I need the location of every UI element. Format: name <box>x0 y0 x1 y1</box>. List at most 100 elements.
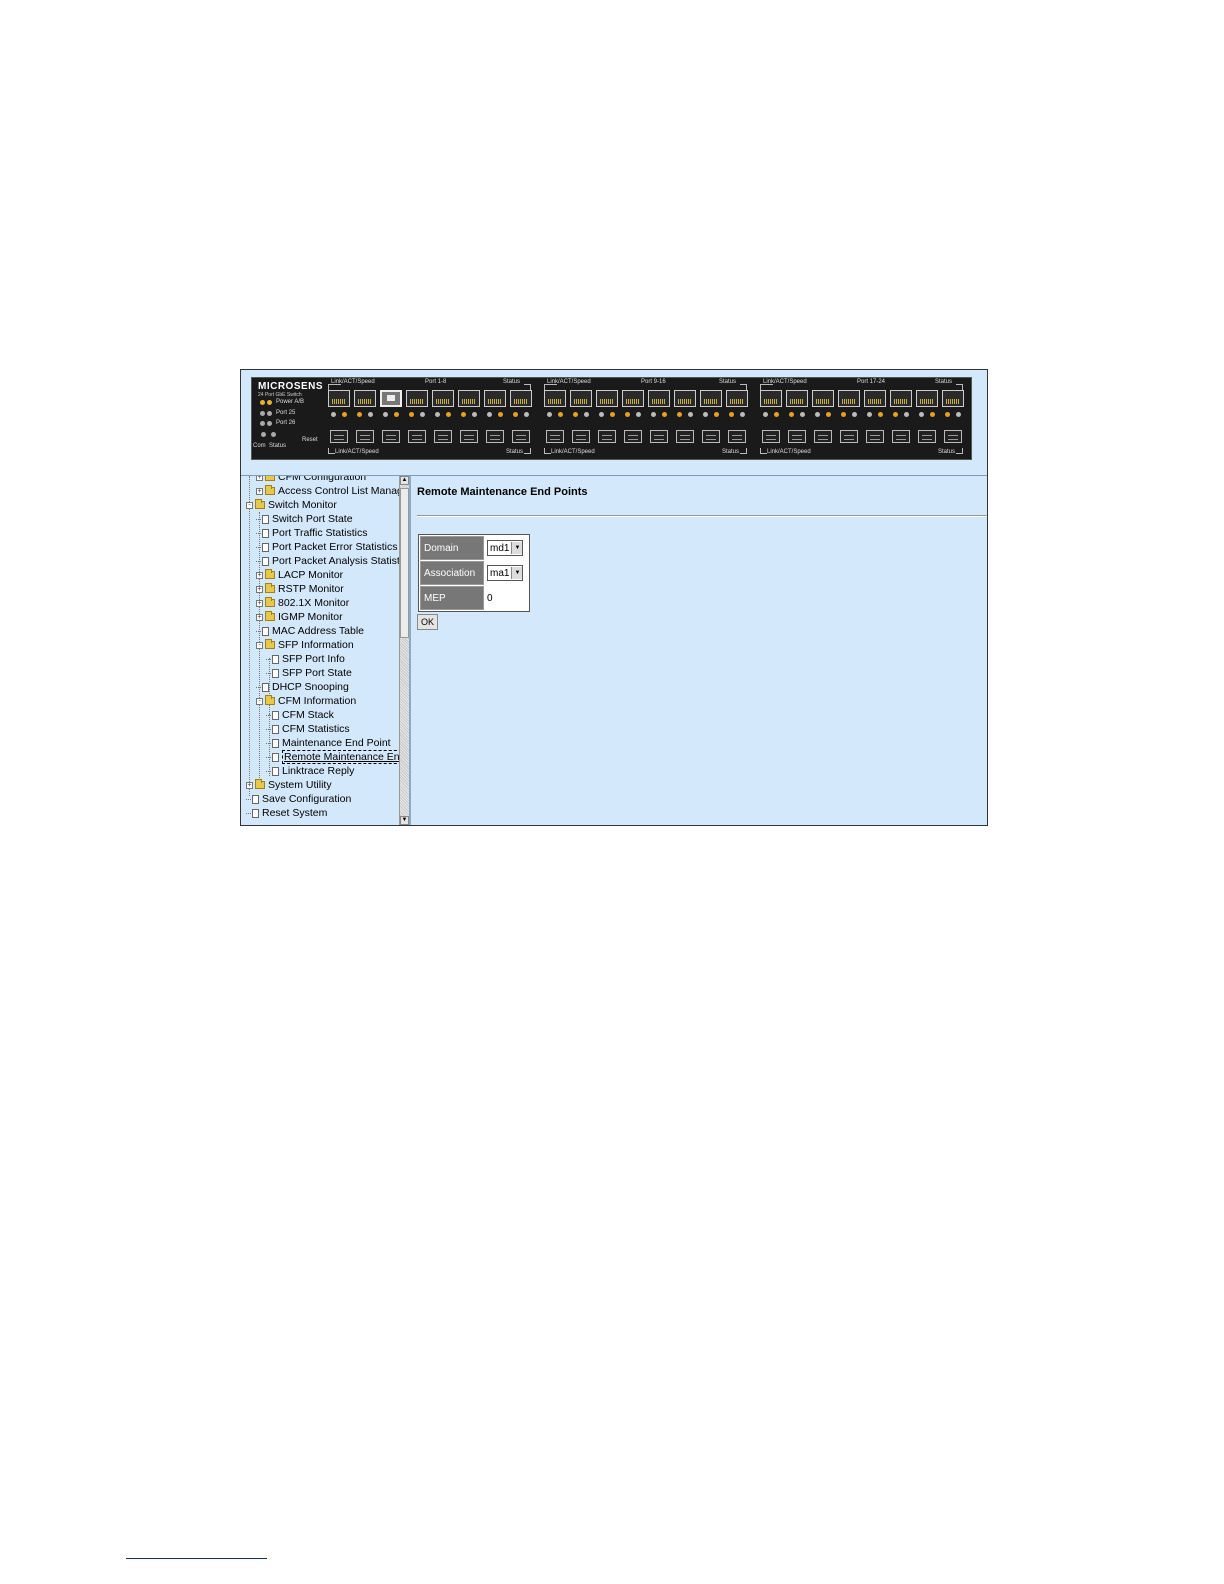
group-port-range-label: Port 9-16 <box>641 379 666 385</box>
dropdown-arrow-icon[interactable]: ▼ <box>511 567 523 579</box>
page-icon <box>272 654 279 664</box>
tree-item-igmp-monitor[interactable]: + IGMP Monitor <box>256 610 343 624</box>
tree-item-linktrace-reply[interactable]: Linktrace Reply <box>266 764 354 778</box>
expand-icon[interactable]: + <box>246 781 253 789</box>
port-led-icon <box>472 412 477 417</box>
port-led-icon <box>368 412 373 417</box>
folder-icon <box>255 779 265 789</box>
scroll-down-arrow-icon[interactable]: ▼ <box>400 816 409 825</box>
port-led-icon <box>688 412 693 417</box>
tree-item-switch-port-state[interactable]: Switch Port State <box>256 512 353 526</box>
port-led-icon <box>893 412 898 417</box>
port-led-icon <box>558 412 563 417</box>
port-led-icon <box>610 412 615 417</box>
rj45-port-icon <box>354 390 376 407</box>
page-icon <box>272 724 279 734</box>
expand-icon[interactable]: + <box>256 571 263 579</box>
group-top-right-label: Status <box>719 379 737 385</box>
tree-connector <box>256 518 261 520</box>
tree-item-label: Reset System <box>262 807 328 819</box>
tree-connector <box>266 770 271 772</box>
page-icon <box>272 752 279 762</box>
tree-item-maintenance-end-point[interactable]: Maintenance End Point <box>266 736 391 750</box>
tree-item-rstp-monitor[interactable]: + RSTP Monitor <box>256 582 344 596</box>
tree-item-label: Access Control List Manage <box>278 485 399 497</box>
group-top-left-label: Link/ACT/Speed <box>763 379 807 385</box>
tree-item-port-packet-error-statistics[interactable]: Port Packet Error Statistics <box>256 540 397 554</box>
folder-icon <box>265 569 275 579</box>
tree-item-cfm-statistics[interactable]: CFM Statistics <box>266 722 350 736</box>
collapse-icon[interactable]: - <box>256 697 263 705</box>
tree-item-reset-system[interactable]: Reset System <box>246 806 327 820</box>
switch-panel-image: MICROSENS 24 Port GbE Switch Power A/B Port… <box>251 377 972 460</box>
port-led-icon <box>930 412 935 417</box>
domain-select[interactable]: md1 ▼ <box>487 540 524 556</box>
tree-item-cfm-information[interactable]: - CFM Information <box>256 694 356 708</box>
tree-item-cfm-configuration[interactable]: + CFM Configuration <box>256 476 366 484</box>
page-icon <box>252 808 259 818</box>
ok-button[interactable]: OK <box>417 614 438 630</box>
page-icon <box>252 794 259 804</box>
tree-item-label: LACP Monitor <box>278 569 344 581</box>
tree-item-label: CFM Stack <box>282 709 334 721</box>
dropdown-arrow-icon[interactable]: ▼ <box>511 542 523 554</box>
expand-icon[interactable]: + <box>256 487 263 495</box>
port-led-icon <box>446 412 451 417</box>
tree-item-dhcp-snooping[interactable]: DHCP Snooping <box>256 680 349 694</box>
sfp-slot-icon <box>434 430 452 443</box>
tree-item-sfp-information[interactable]: - SFP Information <box>256 638 354 652</box>
tree-item-save-configuration[interactable]: Save Configuration <box>246 792 351 806</box>
page-icon <box>272 710 279 720</box>
collapse-icon[interactable]: - <box>246 501 253 509</box>
expand-icon[interactable]: + <box>256 599 263 607</box>
page-icon <box>272 738 279 748</box>
tree-connector <box>246 798 251 800</box>
tree-item-sfp-port-info[interactable]: SFP Port Info <box>266 652 345 666</box>
scroll-thumb[interactable] <box>400 488 409 638</box>
tree-item-sfp-port-state[interactable]: SFP Port State <box>266 666 352 680</box>
tree-item-802-1x-monitor[interactable]: +802.1X Monitor <box>256 596 349 610</box>
tree-scrollbar[interactable]: ▲ ▼ <box>399 476 409 825</box>
port-led-icon <box>867 412 872 417</box>
tree-item-system-utility[interactable]: + System Utility <box>246 778 332 792</box>
tree-item-remote-maintenance-end[interactable]: Remote Maintenance End <box>266 750 399 764</box>
association-select[interactable]: ma1 ▼ <box>487 565 524 581</box>
tree-item-access-control-list-manage[interactable]: + Access Control List Manage <box>256 484 399 498</box>
sfp-slot-icon <box>944 430 962 443</box>
status-led-icon <box>271 432 276 437</box>
port-led-icon <box>487 412 492 417</box>
tree-item-mac-address-table[interactable]: MAC Address Table <box>256 624 364 638</box>
port-led-icon <box>331 412 336 417</box>
expand-icon[interactable]: + <box>256 585 263 593</box>
bracket-bottom-left <box>328 448 335 454</box>
sfp-slot-icon <box>762 430 780 443</box>
tree-item-label: Port Packet Error Statistics <box>272 541 398 553</box>
port-led-icon <box>763 412 768 417</box>
tree-item-port-traffic-statistics[interactable]: Port Traffic Statistics <box>256 526 368 540</box>
page-icon <box>272 766 279 776</box>
tree-connector <box>266 658 271 660</box>
title-separator <box>417 515 987 517</box>
sfp-slot-icon <box>728 430 746 443</box>
expand-icon[interactable]: + <box>256 476 263 481</box>
port-led-icon <box>789 412 794 417</box>
tree-item-switch-monitor[interactable]: - Switch Monitor <box>246 498 337 512</box>
rj45-port-icon <box>864 390 886 407</box>
tree-guide-line <box>249 476 250 796</box>
scroll-up-arrow-icon[interactable]: ▲ <box>400 476 409 485</box>
tree-item-lacp-monitor[interactable]: + LACP Monitor <box>256 568 343 582</box>
footnote-separator <box>126 1558 267 1559</box>
tree-connector <box>256 532 261 534</box>
tree-item-label: CFM Information <box>278 695 357 707</box>
port25-led-2-icon <box>267 411 272 416</box>
navigation-tree: + CFM Configuration + Access Control List M… <box>241 476 399 825</box>
port-led-icon <box>547 412 552 417</box>
expand-icon[interactable]: + <box>256 613 263 621</box>
reset-label: Reset <box>302 437 318 443</box>
tree-item-cfm-stack[interactable]: CFM Stack <box>266 708 334 722</box>
main-content: Remote Maintenance End Points Domain md1… <box>411 476 987 825</box>
tree-item-port-packet-analysis-statist[interactable]: Port Packet Analysis Statist <box>256 554 399 568</box>
sfp-slot-icon <box>788 430 806 443</box>
sfp-slot-icon <box>572 430 590 443</box>
collapse-icon[interactable]: - <box>256 641 263 649</box>
